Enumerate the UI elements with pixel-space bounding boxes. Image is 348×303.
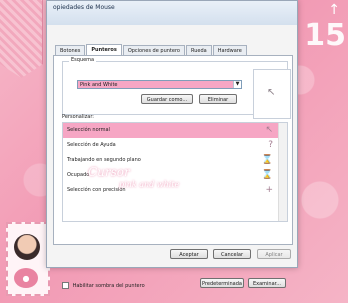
scheme-group: Esquema Pink and White ▼ Guardar como...… <box>62 57 291 119</box>
chevron-down-icon[interactable]: ▼ <box>233 81 241 88</box>
busy-cursor-icon: ⌛ <box>261 155 273 165</box>
window-titlebar: opiedades de Mouse <box>47 1 297 25</box>
ok-button[interactable]: Aceptar <box>170 249 208 259</box>
decorative-stamp: ● <box>6 222 50 296</box>
shadow-option[interactable]: Habilitar sombra del puntero <box>62 282 145 289</box>
decorative-arrow-icon: ↑ <box>328 2 340 18</box>
cursor-preview: ↖ <box>253 69 291 119</box>
save-as-button[interactable]: Guardar como... <box>141 94 193 104</box>
list-scrollbar[interactable] <box>278 123 287 221</box>
help-cursor-icon: ? <box>268 140 273 150</box>
hourglass-cursor-icon: ⌛ <box>261 170 273 180</box>
decorative-number: 15 <box>304 18 346 53</box>
cursor-name: Selección con precisión <box>67 187 126 193</box>
scheme-group-label: Esquema <box>69 57 97 63</box>
girl-illustration-icon <box>14 234 40 260</box>
overlay-cursor-title: Cursor <box>88 165 130 179</box>
cancel-button[interactable]: Cancelar <box>213 249 251 259</box>
browse-button[interactable]: Examinar... <box>248 278 286 288</box>
cursor-name: Trabajando en segundo plano <box>67 157 141 163</box>
window-title: opiedades de Mouse <box>53 4 115 11</box>
shadow-label: Habilitar sombra del puntero <box>72 283 145 289</box>
pointers-panel: Esquema Pink and White ▼ Guardar como...… <box>53 55 293 289</box>
decorative-ribbon <box>0 0 43 78</box>
scheme-selected-value: Pink and White <box>80 82 118 88</box>
cursor-name: Selección de Ayuda <box>67 142 116 148</box>
scheme-dropdown[interactable]: Pink and White ▼ <box>77 80 242 89</box>
delete-scheme-button[interactable]: Eliminar <box>199 94 237 104</box>
overlay-pink-and-white: pink and white <box>119 180 180 189</box>
list-item[interactable]: Selección de Ayuda ? <box>63 138 287 153</box>
crosshair-cursor-icon: + <box>265 185 273 195</box>
shadow-checkbox[interactable] <box>62 282 69 289</box>
arrow-cursor-icon: ↖ <box>265 125 273 135</box>
list-item[interactable]: Selección normal ↖ <box>63 123 287 138</box>
mouse-properties-window: opiedades de Mouse Botones Punteros Opci… <box>46 0 298 289</box>
default-button[interactable]: Predeterminada <box>200 278 244 288</box>
apply-button[interactable]: Aplicar <box>257 249 291 259</box>
personalize-label: Personalizar: <box>62 114 94 120</box>
cursor-name: Ocupado <box>67 172 90 178</box>
preview-arrow-icon: ↖ <box>267 87 276 98</box>
apple-seal-icon: ● <box>14 268 38 288</box>
cursor-name: Selección normal <box>67 127 110 133</box>
